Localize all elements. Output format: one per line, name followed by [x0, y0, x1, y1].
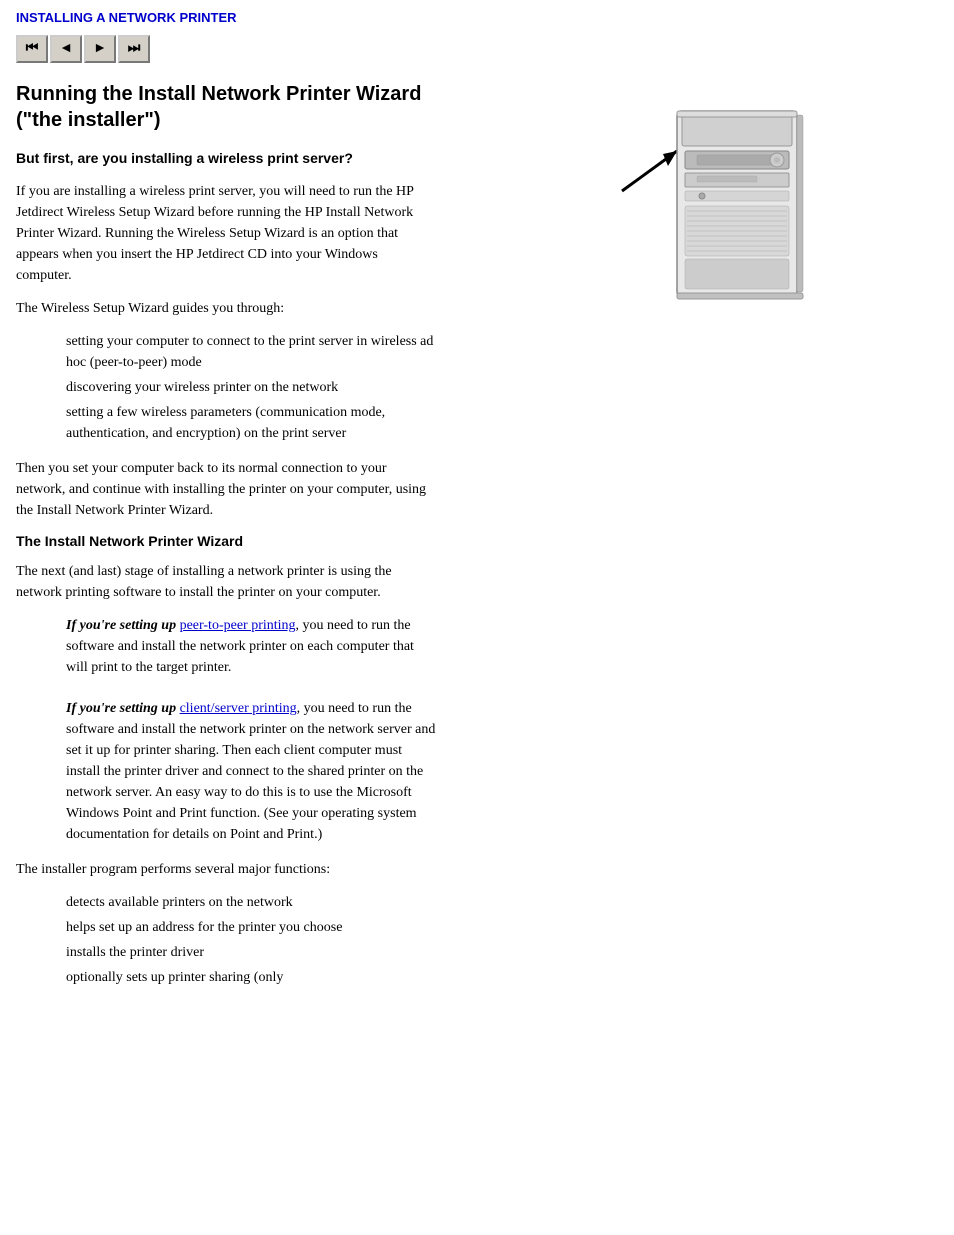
first-button[interactable]: ⏮ [16, 35, 48, 63]
prev-button[interactable]: ◄ [50, 35, 82, 63]
setup-options: If you're setting up peer-to-peer printi… [66, 615, 436, 845]
list-item: setting your computer to connect to the … [66, 331, 436, 373]
installer-intro-paragraph: The installer program performs several m… [16, 859, 436, 880]
list-item: optionally sets up printer sharing (only [66, 967, 436, 988]
client-server-link[interactable]: client/server printing [180, 701, 297, 716]
install-wizard-heading: The Install Network Printer Wizard [16, 533, 436, 549]
install-intro-paragraph: The next (and last) stage of installing … [16, 561, 436, 603]
list-item: setting a few wireless parameters (commu… [66, 402, 436, 444]
peer-to-peer-item: If you're setting up peer-to-peer printi… [66, 615, 436, 678]
then-text-paragraph: Then you set your computer back to its n… [16, 458, 436, 521]
computer-illustration [567, 91, 827, 331]
navigation-buttons: ⏮ ◄ ► ⏭ [16, 35, 938, 63]
last-button[interactable]: ⏭ [118, 35, 150, 63]
next-button[interactable]: ► [84, 35, 116, 63]
list-item: installs the printer driver [66, 942, 436, 963]
image-column [456, 81, 938, 1002]
wireless-guide-paragraph: The Wireless Setup Wizard guides you thr… [16, 298, 436, 319]
installer-bullets: detects available printers on the networ… [66, 892, 436, 988]
wireless-bullets: setting your computer to connect to the … [66, 331, 436, 444]
sub-heading: But first, are you installing a wireless… [16, 149, 436, 169]
wireless-intro-paragraph: If you are installing a wireless print s… [16, 181, 436, 286]
list-item: helps set up an address for the printer … [66, 917, 436, 938]
client-server-rest: , you need to run the software and insta… [66, 701, 435, 842]
content-area: Running the Install Network Printer Wiza… [16, 81, 938, 1002]
list-item: detects available printers on the networ… [66, 892, 436, 913]
peer-to-peer-label: If you're setting up [66, 618, 180, 633]
peer-to-peer-link[interactable]: peer-to-peer printing [180, 618, 296, 633]
page-title: INSTALLING A NETWORK PRINTER [16, 10, 938, 25]
list-item: discovering your wireless printer on the… [66, 377, 436, 398]
text-column: Running the Install Network Printer Wiza… [16, 81, 436, 1002]
client-server-label: If you're setting up [66, 701, 180, 716]
client-server-item: If you're setting up client/server print… [66, 698, 436, 845]
main-heading: Running the Install Network Printer Wiza… [16, 81, 436, 133]
